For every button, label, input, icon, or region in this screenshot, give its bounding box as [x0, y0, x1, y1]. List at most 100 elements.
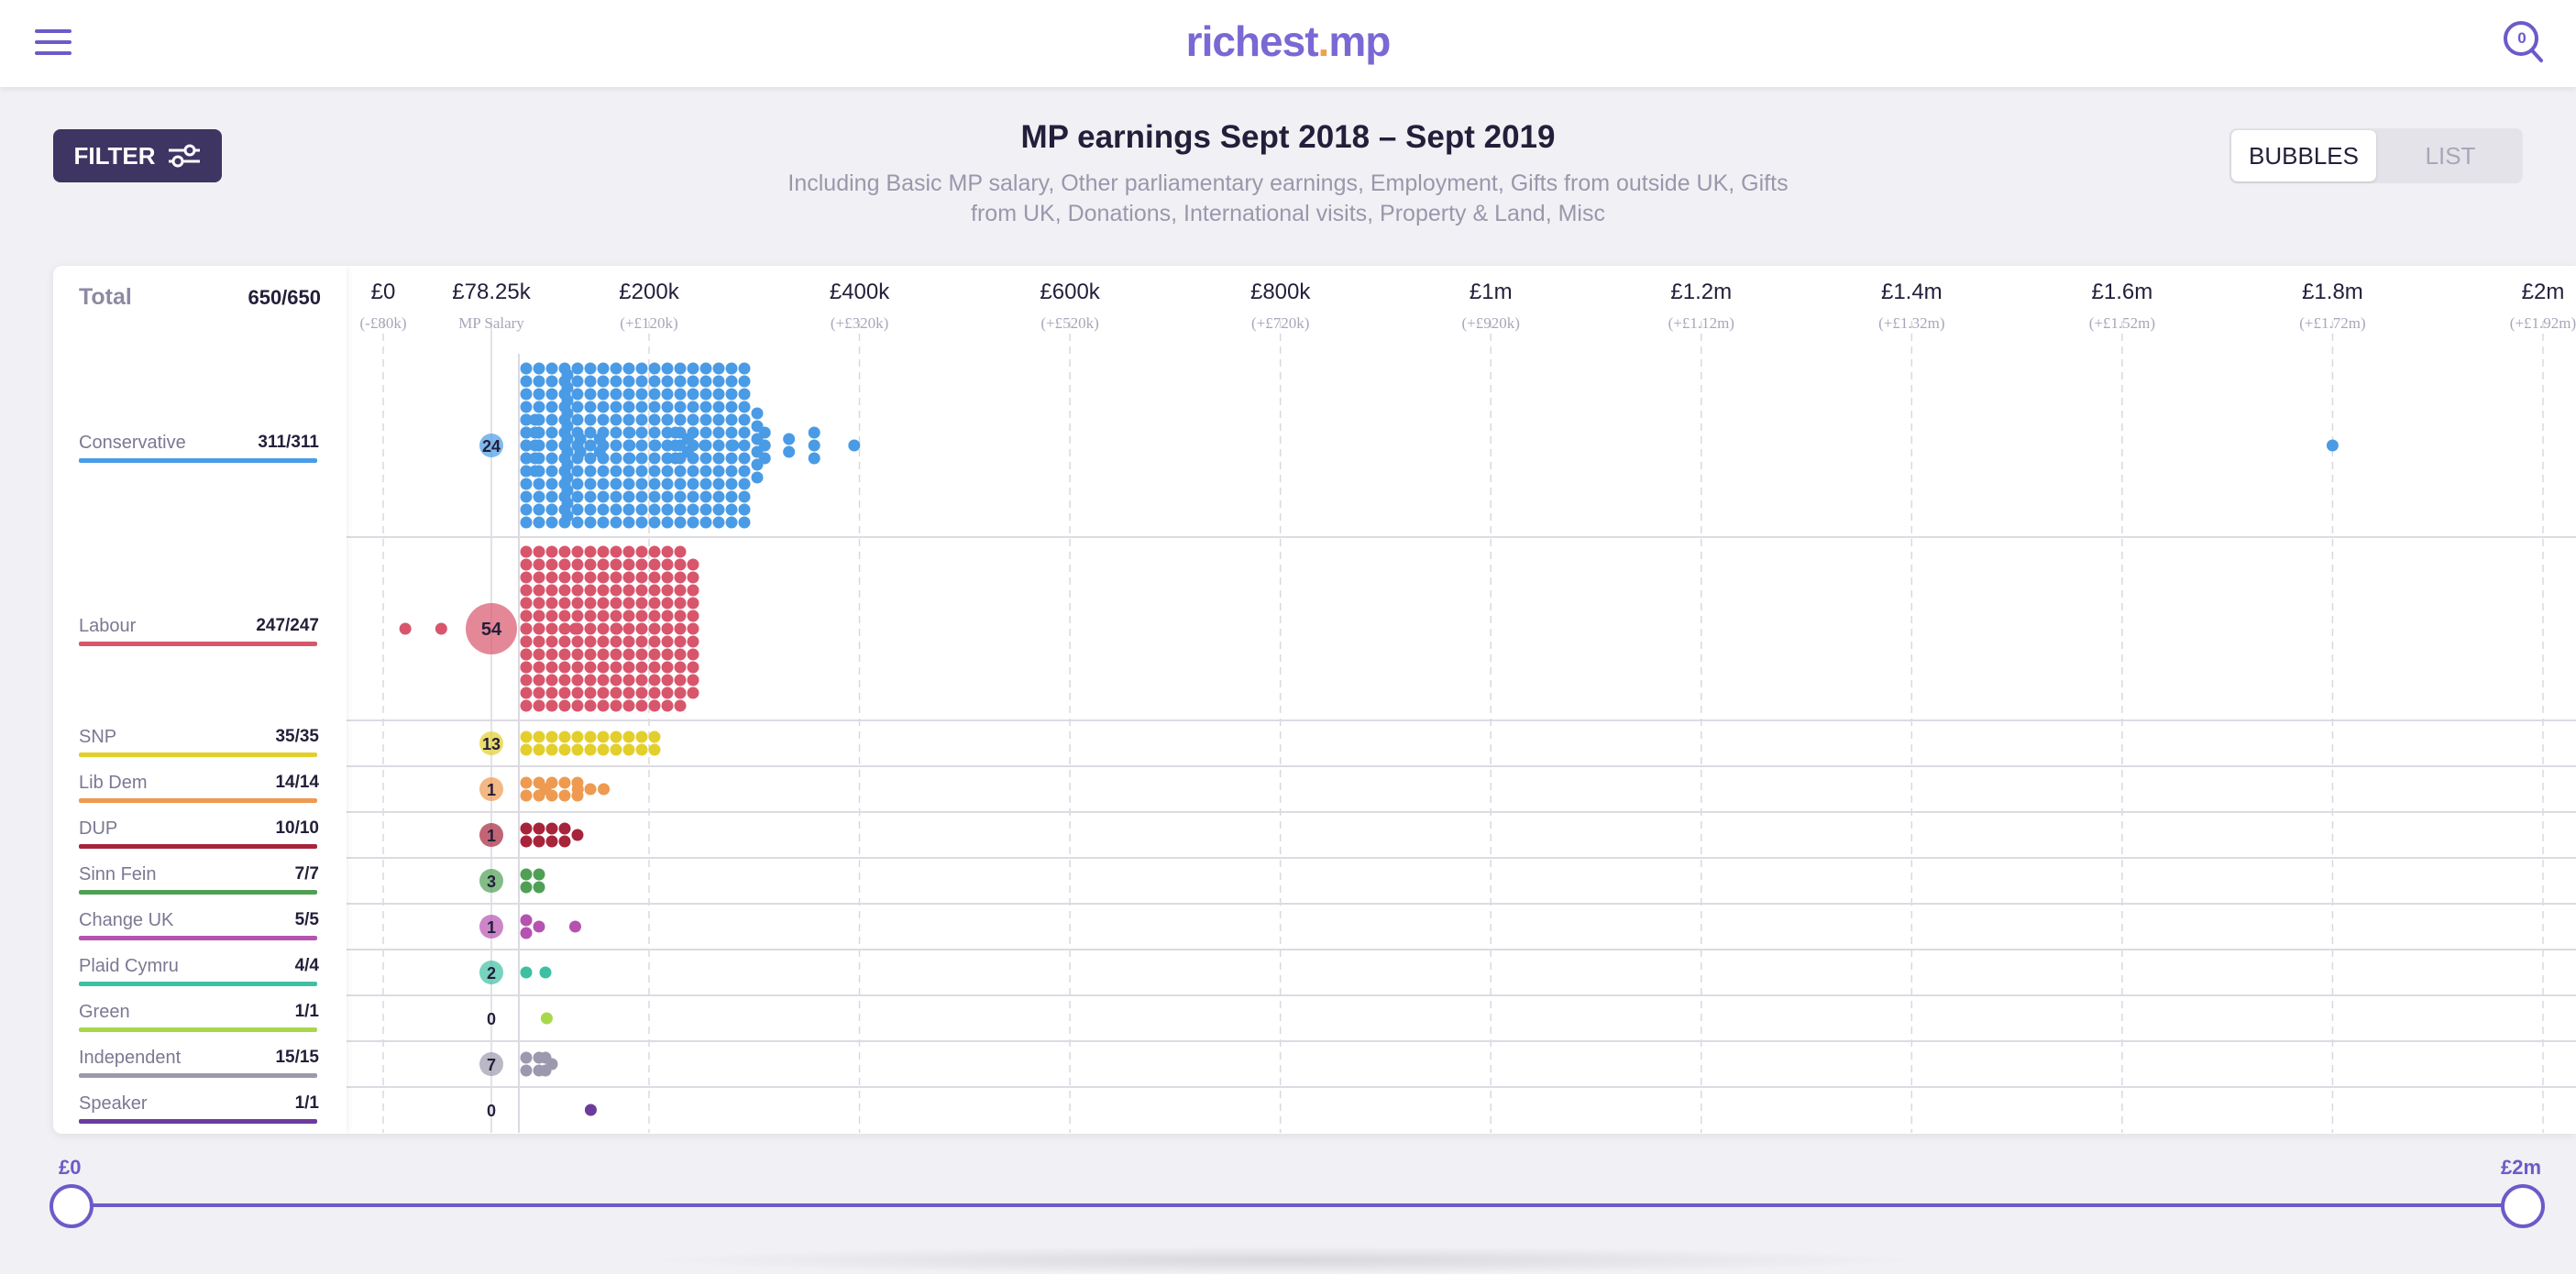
mp-dot [571, 829, 584, 841]
mp-dot [712, 490, 725, 503]
mp-dot [520, 401, 533, 413]
mp-dot [610, 465, 622, 478]
range-min-handle[interactable] [50, 1184, 94, 1228]
mp-dot [610, 743, 622, 756]
mp-dot [622, 571, 635, 584]
mp-dot [648, 584, 661, 597]
list-view-button[interactable]: LIST [2380, 130, 2521, 181]
series-snp: 13 [479, 730, 661, 756]
mp-dot [533, 622, 545, 635]
party-count: 15/15 [275, 1048, 319, 1067]
mp-dot [635, 375, 648, 388]
mp-dot [635, 452, 648, 465]
mp-dot [558, 743, 571, 756]
mp-dot [758, 426, 771, 439]
mp-dot [520, 789, 533, 802]
mp-dot [648, 465, 661, 478]
mp-dot [699, 503, 712, 516]
mp-dot [540, 1012, 553, 1025]
mp-dot [635, 401, 648, 413]
mp-dot [738, 465, 751, 478]
x-tick-label: £1.4m [1881, 280, 1943, 304]
mp-dot [558, 789, 571, 802]
mp-dot [648, 503, 661, 516]
mp-dot [699, 401, 712, 413]
x-tick-sublabel: (+£720k) [1251, 314, 1309, 332]
mp-dot [661, 545, 674, 558]
mp-dot [622, 362, 635, 375]
salary-bubble-count: 24 [482, 437, 501, 456]
mp-dot [574, 445, 587, 458]
mp-dot [545, 674, 558, 686]
bubbles-view-button[interactable]: BUBBLES [2231, 130, 2376, 181]
mp-dot [648, 661, 661, 674]
mp-dot [520, 1064, 533, 1077]
mp-dot [571, 362, 584, 375]
mp-dot [635, 674, 648, 686]
range-max-handle[interactable] [2501, 1184, 2545, 1228]
mp-dot [622, 648, 635, 661]
mp-dot [561, 484, 574, 497]
mp-dot [571, 545, 584, 558]
mp-dot [561, 394, 574, 407]
mp-dot [635, 730, 648, 743]
x-tick-sublabel: (+£120k) [620, 314, 677, 332]
mp-dot [533, 648, 545, 661]
mp-dot [725, 401, 738, 413]
mp-dot [648, 743, 661, 756]
mp-dot [622, 558, 635, 571]
mp-dot [520, 881, 533, 894]
mp-dot [725, 388, 738, 401]
top-bar: richest.mp 0 [0, 0, 2576, 87]
mp-dot [571, 465, 584, 478]
mp-dot [622, 413, 635, 426]
mp-dot [545, 686, 558, 699]
mp-dot [558, 776, 571, 789]
party-name: Speaker [79, 1093, 148, 1114]
mp-dot [674, 635, 687, 648]
mp-dot [584, 375, 597, 388]
mp-dot [687, 465, 699, 478]
mp-dot [558, 730, 571, 743]
mp-dot [661, 597, 674, 610]
mp-dot [611, 622, 623, 635]
mp-dot [545, 743, 558, 756]
range-slider: £0 £2m [0, 1150, 2576, 1251]
mp-dot [738, 516, 751, 529]
mp-dot [610, 375, 622, 388]
mp-dot [687, 610, 699, 622]
mp-dot [558, 545, 571, 558]
mp-dot [725, 362, 738, 375]
x-tick-label: £1m [1470, 280, 1513, 304]
party-count: 7/7 [294, 864, 319, 884]
mp-dot [558, 571, 571, 584]
search-button[interactable]: 0 [2501, 18, 2545, 66]
mp-dot [699, 490, 712, 503]
mp-dot [529, 465, 542, 478]
mp-dot [584, 699, 597, 712]
mp-dot [674, 490, 687, 503]
mp-dot [545, 439, 558, 452]
series-conservative: 24 [479, 362, 2339, 529]
range-track[interactable] [73, 1203, 2523, 1207]
mp-dot [571, 699, 584, 712]
mp-dot [649, 439, 662, 452]
mp-dot [674, 661, 687, 674]
site-logo[interactable]: richest.mp [0, 16, 2576, 66]
mp-dot [533, 635, 545, 648]
party-name: Change UK [79, 910, 174, 930]
mp-dot [558, 558, 571, 571]
mp-dot [533, 503, 545, 516]
view-toggle: BUBBLES LIST [2229, 128, 2523, 183]
mp-dot [584, 635, 597, 648]
mp-dot [533, 375, 545, 388]
mp-dot [520, 584, 533, 597]
mp-dot [545, 478, 558, 490]
mp-dot [597, 686, 610, 699]
party-color-line [79, 798, 317, 803]
mp-dot [561, 368, 574, 381]
mp-dot [712, 401, 725, 413]
x-tick-label: £400k [830, 280, 890, 304]
mp-dot [738, 388, 751, 401]
mp-dot [539, 966, 552, 979]
